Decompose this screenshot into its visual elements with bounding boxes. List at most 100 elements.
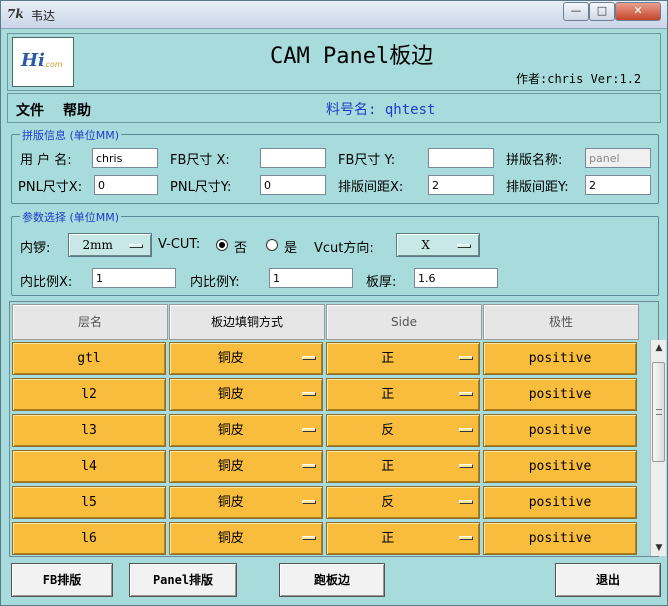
scroll-up-icon[interactable]: ▲ (651, 340, 667, 356)
menu-help[interactable]: 帮助 (63, 100, 91, 120)
ratio-x-input[interactable] (92, 268, 176, 288)
maximize-button[interactable]: □ (589, 2, 615, 21)
fill-method-select[interactable]: 铜皮 (169, 378, 323, 411)
side-select-value: 正 (381, 531, 395, 546)
column-header-layer[interactable]: 层名 (12, 304, 168, 340)
polarity-cell[interactable]: positive (483, 450, 637, 483)
side-select[interactable]: 正 (326, 522, 480, 555)
vcut-dir-value: X (421, 238, 430, 252)
layer-cell[interactable]: l2 (12, 378, 166, 411)
polarity-cell[interactable]: positive (483, 342, 637, 375)
chevron-down-icon (302, 356, 316, 360)
polarity-cell[interactable]: positive (483, 414, 637, 447)
vcut-no-radio[interactable] (216, 239, 228, 251)
polarity-cell-value: positive (528, 423, 592, 438)
gap-y-input[interactable] (585, 175, 651, 195)
thickness-input[interactable] (414, 268, 498, 288)
column-header-fill[interactable]: 板边填铜方式 (169, 304, 325, 340)
fb-x-label: FB尺寸 X: (170, 153, 230, 168)
side-select[interactable]: 反 (326, 414, 480, 447)
panel-name-label: 拼版名称: (506, 153, 563, 168)
layer-cell[interactable]: gtl (12, 342, 166, 375)
column-header-polarity[interactable]: 极性 (483, 304, 639, 340)
pnl-x-label: PNL尺寸X: (18, 180, 83, 195)
chevron-down-icon (459, 428, 473, 432)
ratio-x-label: 内比例X: (20, 275, 73, 290)
menu-file[interactable]: 文件 (16, 100, 44, 120)
polarity-cell-value: positive (528, 459, 592, 474)
layer-cell[interactable]: l6 (12, 522, 166, 555)
scroll-thumb[interactable] (652, 362, 665, 462)
polarity-cell-value: positive (528, 351, 592, 366)
panel-layout-button[interactable]: Panel排版 (129, 563, 237, 597)
fill-method-select[interactable]: 铜皮 (169, 342, 323, 375)
fill-method-select[interactable]: 铜皮 (169, 450, 323, 483)
polarity-cell[interactable]: positive (483, 378, 637, 411)
chevron-down-icon (302, 392, 316, 396)
fb-x-input[interactable] (260, 148, 326, 168)
panel-name-input[interactable] (585, 148, 651, 168)
minimize-button[interactable]: — (563, 2, 589, 21)
layout-info-group: 拼版信息 (单位MM) 用 户 名: FB尺寸 X: FB尺寸 Y: 拼版名称:… (11, 127, 659, 204)
layer-cell-value: l2 (81, 387, 97, 402)
run-edge-button[interactable]: 跑板边 (279, 563, 385, 597)
layer-cell-value: l6 (81, 531, 97, 546)
pnl-x-input[interactable] (94, 175, 158, 195)
fill-method-select[interactable]: 铜皮 (169, 486, 323, 519)
fill-method-select[interactable]: 铜皮 (169, 414, 323, 447)
logo: Hi .com (12, 37, 74, 87)
side-select[interactable]: 反 (326, 486, 480, 519)
inner-rivet-value: 2mm (82, 238, 113, 252)
chevron-down-icon (302, 464, 316, 468)
vcut-yes-label: 是 (284, 241, 298, 256)
vcut-dir-label: Vcut方向: (314, 241, 374, 256)
chevron-down-icon (302, 428, 316, 432)
logo-mark: Hi (21, 50, 45, 71)
layer-cell[interactable]: l3 (12, 414, 166, 447)
pnl-y-input[interactable] (260, 175, 326, 195)
scroll-down-icon[interactable]: ▼ (651, 540, 667, 556)
side-select-value: 正 (381, 459, 395, 474)
vcut-no-label: 否 (234, 241, 248, 256)
header-panel: Hi .com CAM Panel板边 作者:chris Ver:1.2 (7, 33, 661, 91)
app-title: CAM Panel板边 (270, 44, 434, 69)
close-button[interactable]: ✕ (615, 2, 661, 21)
vertical-scrollbar[interactable]: ▲ ▼ (650, 340, 666, 556)
app-window: 7k 韦达 — □ ✕ Hi .com CAM Panel板边 作者:chris… (0, 0, 668, 606)
ratio-y-input[interactable] (269, 268, 353, 288)
side-select[interactable]: 正 (326, 450, 480, 483)
fill-method-select-value: 铜皮 (217, 351, 244, 366)
layer-cell[interactable]: l4 (12, 450, 166, 483)
fill-method-select[interactable]: 铜皮 (169, 522, 323, 555)
user-input[interactable] (92, 148, 158, 168)
fb-y-input[interactable] (428, 148, 494, 168)
fill-method-select-value: 铜皮 (217, 495, 244, 510)
part-number-label: 料号名: qhtest (326, 102, 436, 118)
vcut-yes-radio[interactable] (266, 239, 278, 251)
side-select-value: 正 (381, 351, 395, 366)
polarity-cell-value: positive (528, 531, 592, 546)
side-select-value: 反 (381, 423, 395, 438)
fill-method-select-value: 铜皮 (217, 387, 244, 402)
params-group: 参数选择 (单位MM) 内锣: 2mm V-CUT: 否 是 Vcut方向: X… (11, 209, 659, 296)
column-header-side[interactable]: Side (326, 304, 482, 340)
layout-info-legend: 拼版信息 (单位MM) (20, 127, 122, 143)
layer-cell[interactable]: l5 (12, 486, 166, 519)
vcut-dir-select[interactable]: X (396, 233, 480, 257)
exit-button[interactable]: 退出 (555, 563, 661, 597)
fill-method-select-value: 铜皮 (217, 531, 244, 546)
side-select[interactable]: 正 (326, 342, 480, 375)
side-select[interactable]: 正 (326, 378, 480, 411)
window-title: 韦达 (31, 9, 56, 23)
chevron-down-icon (302, 536, 316, 540)
menu-bar: 文件 帮助 料号名: qhtest (7, 93, 661, 123)
inner-rivet-select[interactable]: 2mm (68, 233, 152, 257)
gap-y-label: 排版间距Y: (506, 180, 569, 195)
polarity-cell[interactable]: positive (483, 522, 637, 555)
polarity-cell[interactable]: positive (483, 486, 637, 519)
layer-cell-value: l3 (81, 423, 97, 438)
fb-layout-button[interactable]: FB排版 (11, 563, 113, 597)
side-select-value: 正 (381, 387, 395, 402)
fill-method-select-value: 铜皮 (217, 423, 244, 438)
gap-x-input[interactable] (428, 175, 494, 195)
